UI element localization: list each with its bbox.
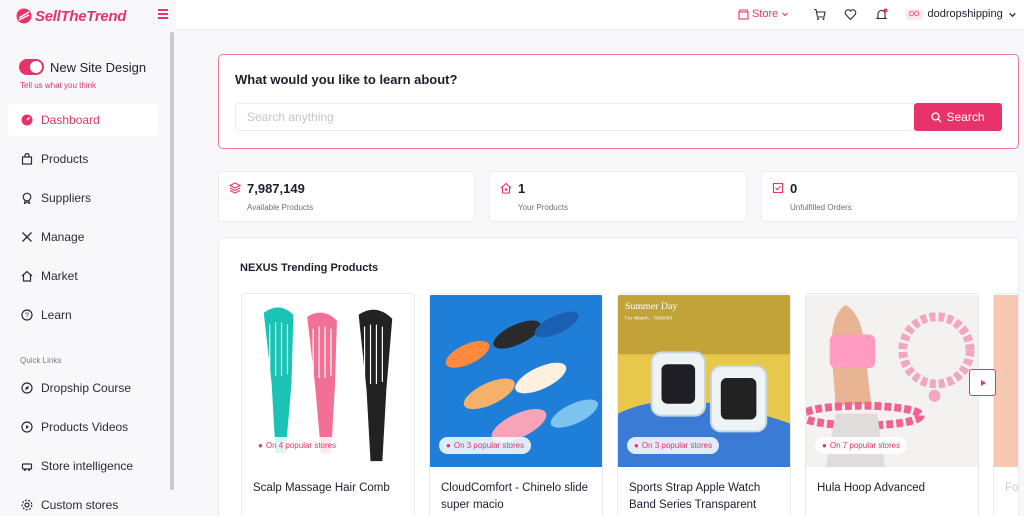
sidebar-item-label: Dropship Course bbox=[41, 381, 132, 395]
avatar: DO bbox=[906, 8, 923, 20]
stat-label: Available Products bbox=[247, 203, 314, 212]
product-name: Sports Strap Apple Watch Band Series Tra… bbox=[629, 482, 761, 511]
checklist-icon bbox=[772, 182, 784, 194]
house-icon bbox=[20, 270, 33, 283]
search-card: What would you like to learn about? Sear… bbox=[218, 54, 1019, 149]
product-image bbox=[994, 295, 1018, 467]
trending-products-section: NEXUS Trending Products ● On 4 popular s… bbox=[218, 237, 1019, 516]
store-label: Store bbox=[752, 8, 779, 20]
popular-stores-badge: ● On 7 popular stores bbox=[815, 437, 908, 454]
home-heart-icon bbox=[500, 182, 512, 194]
sidebar-item-suppliers[interactable]: Suppliers bbox=[8, 182, 158, 214]
stat-label: Your Products bbox=[518, 203, 568, 212]
search-icon bbox=[931, 111, 942, 122]
logo-icon bbox=[16, 8, 32, 24]
product-name: Scalp Massage Hair Comb bbox=[253, 482, 390, 494]
quick-links-heading: Quick Links bbox=[20, 356, 62, 365]
bell-icon[interactable] bbox=[875, 8, 888, 21]
dashboard-icon bbox=[20, 114, 33, 127]
logo-text: SellTheTrend bbox=[35, 7, 127, 25]
popular-stores-badge: ● On 4 popular stores bbox=[251, 437, 344, 454]
stat-value: 7,987,149 bbox=[247, 181, 305, 196]
sidebar-scrollbar[interactable] bbox=[170, 32, 174, 490]
sidebar-item-dashboard[interactable]: Dashboard bbox=[8, 104, 158, 136]
username: dodropshipping bbox=[927, 8, 1003, 20]
section-title: NEXUS Trending Products bbox=[240, 262, 379, 274]
stat-label: Unfulfilled Orders bbox=[790, 203, 852, 212]
sidebar-item-label: Suppliers bbox=[41, 191, 92, 205]
stat-unfulfilled-orders: 0 Unfulfilled Orders bbox=[761, 171, 1019, 222]
flame-icon: ● bbox=[446, 441, 451, 450]
product-name: CloudComfort - Chinelo slide super macio bbox=[441, 482, 589, 511]
product-card[interactable]: ● On 4 popular stores Scalp Massage Hair… bbox=[241, 293, 415, 516]
sidebar-item-market[interactable]: Market bbox=[8, 260, 158, 292]
stat-available-products: 7,987,149 Available Products bbox=[218, 171, 475, 222]
search-button[interactable]: Search bbox=[914, 103, 1002, 131]
stat-value: 0 bbox=[790, 181, 798, 196]
sidebar-item-products[interactable]: Products bbox=[8, 143, 158, 175]
logo[interactable]: SellTheTrend bbox=[16, 5, 126, 27]
sidebar-item-label: Dashboard bbox=[41, 113, 100, 127]
sidebar-item-custom-stores[interactable]: Custom stores bbox=[8, 489, 158, 516]
sidebar: SellTheTrend New Site Design Tell us wha… bbox=[0, 0, 176, 516]
sidebar-item-label: Market bbox=[41, 269, 78, 283]
feedback-link[interactable]: Tell us what you think bbox=[20, 81, 96, 90]
play-icon bbox=[20, 421, 33, 434]
stat-your-products: 1 Your Products bbox=[489, 171, 747, 222]
flame-icon: ● bbox=[634, 441, 639, 450]
sidebar-item-manage[interactable]: Manage bbox=[8, 221, 158, 253]
medal-icon bbox=[20, 192, 33, 205]
new-design-label: New Site Design bbox=[50, 59, 147, 75]
user-menu[interactable]: DO dodropshipping bbox=[906, 8, 1017, 20]
product-card[interactable]: ● On 7 popular stores Hula Hoop Advanced bbox=[805, 293, 979, 516]
stat-value: 1 bbox=[518, 181, 526, 196]
product-name: Hula Hoop Advanced bbox=[817, 482, 926, 494]
play-icon bbox=[980, 379, 986, 386]
product-card[interactable]: Summer Day For iWatch · 7/6/5/4/3 ● On 3… bbox=[617, 293, 791, 516]
sidebar-item-label: Products Videos bbox=[41, 420, 129, 434]
sidebar-item-label: Products bbox=[41, 152, 89, 166]
search-title: What would you like to learn about? bbox=[235, 72, 458, 87]
sidebar-item-label: Store intelligence bbox=[41, 459, 134, 473]
new-design-toggle[interactable] bbox=[19, 59, 44, 75]
sidebar-item-label: Custom stores bbox=[41, 498, 119, 512]
new-design-toggle-row: New Site Design bbox=[19, 59, 146, 75]
store-icon bbox=[738, 8, 749, 20]
flame-icon: ● bbox=[822, 441, 827, 450]
sidebar-item-label: Learn bbox=[41, 308, 72, 322]
popular-stores-badge: ● On 3 popular stores bbox=[627, 437, 720, 454]
sidebar-item-store-intelligence[interactable]: Store intelligence bbox=[8, 450, 158, 482]
store-dropdown[interactable]: Store bbox=[738, 8, 789, 20]
gear-icon bbox=[20, 499, 33, 512]
sidebar-item-products-videos[interactable]: Products Videos bbox=[8, 411, 158, 443]
search-button-label: Search bbox=[946, 110, 985, 124]
bag-icon bbox=[20, 153, 33, 166]
compass-icon bbox=[20, 382, 33, 395]
image-caption: Summer Day bbox=[625, 301, 677, 312]
play-video-button[interactable] bbox=[969, 369, 996, 396]
search-input[interactable] bbox=[235, 103, 915, 131]
sidebar-item-label: Manage bbox=[41, 230, 85, 244]
cart-icon[interactable] bbox=[813, 8, 826, 21]
chevron-down-icon bbox=[1008, 12, 1016, 17]
svg-text:?: ? bbox=[25, 313, 29, 320]
product-card[interactable]: Fo bbox=[993, 293, 1019, 516]
popular-stores-badge: ● On 3 popular stores bbox=[439, 437, 532, 454]
flame-icon: ● bbox=[258, 441, 263, 450]
product-card[interactable]: ● On 3 popular stores CloudComfort - Chi… bbox=[429, 293, 603, 516]
image-subcaption: For iWatch · 7/6/5/4/3 bbox=[625, 316, 673, 322]
sidebar-item-learn[interactable]: ? Learn bbox=[8, 299, 158, 331]
chevron-down-icon bbox=[782, 12, 789, 17]
top-bar bbox=[176, 0, 1024, 30]
heart-icon[interactable] bbox=[844, 8, 857, 21]
car-icon bbox=[20, 460, 33, 473]
help-icon: ? bbox=[20, 309, 33, 322]
product-name: Fo bbox=[1005, 482, 1019, 494]
layers-icon bbox=[229, 182, 241, 194]
sidebar-item-dropship-course[interactable]: Dropship Course bbox=[8, 372, 158, 404]
tools-icon bbox=[20, 231, 33, 244]
menu-toggle-icon[interactable] bbox=[158, 9, 168, 19]
